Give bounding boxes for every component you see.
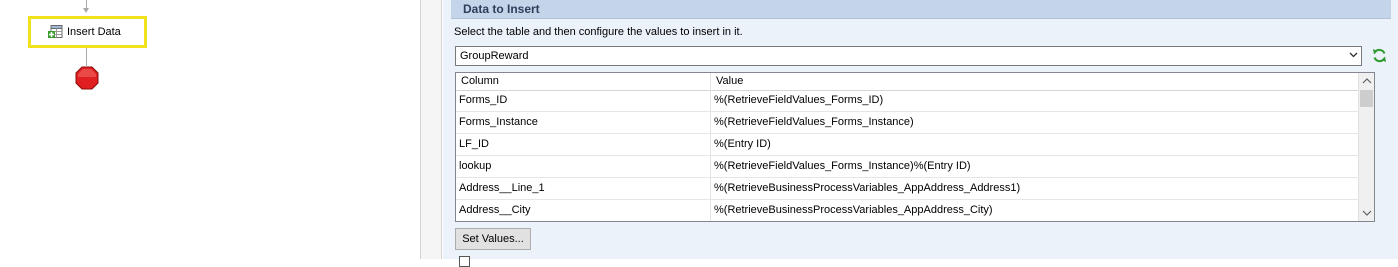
- column-header-column[interactable]: Column: [456, 73, 711, 90]
- insert-data-icon: [48, 25, 63, 38]
- activity-highlight: Insert Data: [28, 16, 147, 48]
- row-column-cell[interactable]: Address__City: [456, 200, 711, 221]
- table-select-dropdown[interactable]: GroupReward: [455, 46, 1362, 66]
- scrollbar-thumb[interactable]: [1360, 90, 1373, 107]
- set-values-button[interactable]: Set Values...: [455, 228, 531, 250]
- row-column-cell[interactable]: Address__Line_1: [456, 178, 711, 199]
- row-column-cell[interactable]: LF_ID: [456, 134, 711, 155]
- section-header[interactable]: Data to Insert: [451, 0, 1391, 19]
- row-value-cell[interactable]: %(RetrieveBusinessProcessVariables_AppAd…: [711, 200, 1371, 221]
- end-stop-octagon-icon[interactable]: [75, 66, 99, 90]
- row-value-cell[interactable]: %(RetrieveBusinessProcessVariables_AppAd…: [711, 178, 1371, 199]
- row-value-cell[interactable]: %(Entry ID): [711, 134, 1371, 155]
- row-column-cell[interactable]: lookup: [456, 156, 711, 177]
- workflow-canvas[interactable]: Insert Data: [0, 0, 420, 259]
- section-title: Data to Insert: [463, 2, 540, 16]
- row-column-cell[interactable]: Forms_Instance: [456, 112, 711, 133]
- table-row[interactable]: LF_ID %(Entry ID): [456, 134, 1371, 156]
- grid-header: Column Value: [456, 73, 1371, 91]
- connector-arrow: [83, 8, 89, 13]
- table-row[interactable]: Forms_ID %(RetrieveFieldValues_Forms_ID): [456, 90, 1371, 112]
- chevron-down-icon: [1349, 52, 1358, 58]
- activity-label: Insert Data: [67, 26, 121, 38]
- row-value-cell[interactable]: %(RetrieveFieldValues_Forms_ID): [711, 90, 1371, 111]
- row-value-cell[interactable]: %(RetrieveFieldValues_Forms_Instance)%(E…: [711, 156, 1371, 177]
- values-grid[interactable]: Column Value Forms_ID %(RetrieveFieldVal…: [455, 72, 1375, 222]
- scroll-down-arrow-icon[interactable]: [1359, 204, 1375, 221]
- table-row[interactable]: lookup %(RetrieveFieldValues_Forms_Insta…: [456, 156, 1371, 178]
- insert-data-activity[interactable]: Insert Data: [48, 25, 121, 39]
- table-row[interactable]: Address__Line_1 %(RetrieveBusinessProces…: [456, 178, 1371, 200]
- refresh-icon[interactable]: [1372, 47, 1387, 64]
- scroll-up-arrow-icon[interactable]: [1359, 73, 1375, 90]
- grid-rows: Forms_ID %(RetrieveFieldValues_Forms_ID)…: [456, 90, 1371, 221]
- table-row[interactable]: Forms_Instance %(RetrieveFieldValues_For…: [456, 112, 1371, 134]
- properties-pane: Data to Insert Select the table and then…: [443, 0, 1398, 267]
- row-column-cell[interactable]: Forms_ID: [456, 90, 711, 111]
- canvas-splitter[interactable]: [420, 0, 442, 259]
- connector-line-bottom: [86, 45, 87, 66]
- grid-vertical-scrollbar[interactable]: [1358, 73, 1374, 221]
- table-select-value: GroupReward: [460, 50, 529, 62]
- table-row[interactable]: Address__City %(RetrieveBusinessProcessV…: [456, 200, 1371, 221]
- column-header-value[interactable]: Value: [711, 73, 1371, 90]
- option-checkbox[interactable]: [459, 256, 470, 267]
- instruction-text: Select the table and then configure the …: [454, 26, 743, 38]
- row-value-cell[interactable]: %(RetrieveFieldValues_Forms_Instance): [711, 112, 1371, 133]
